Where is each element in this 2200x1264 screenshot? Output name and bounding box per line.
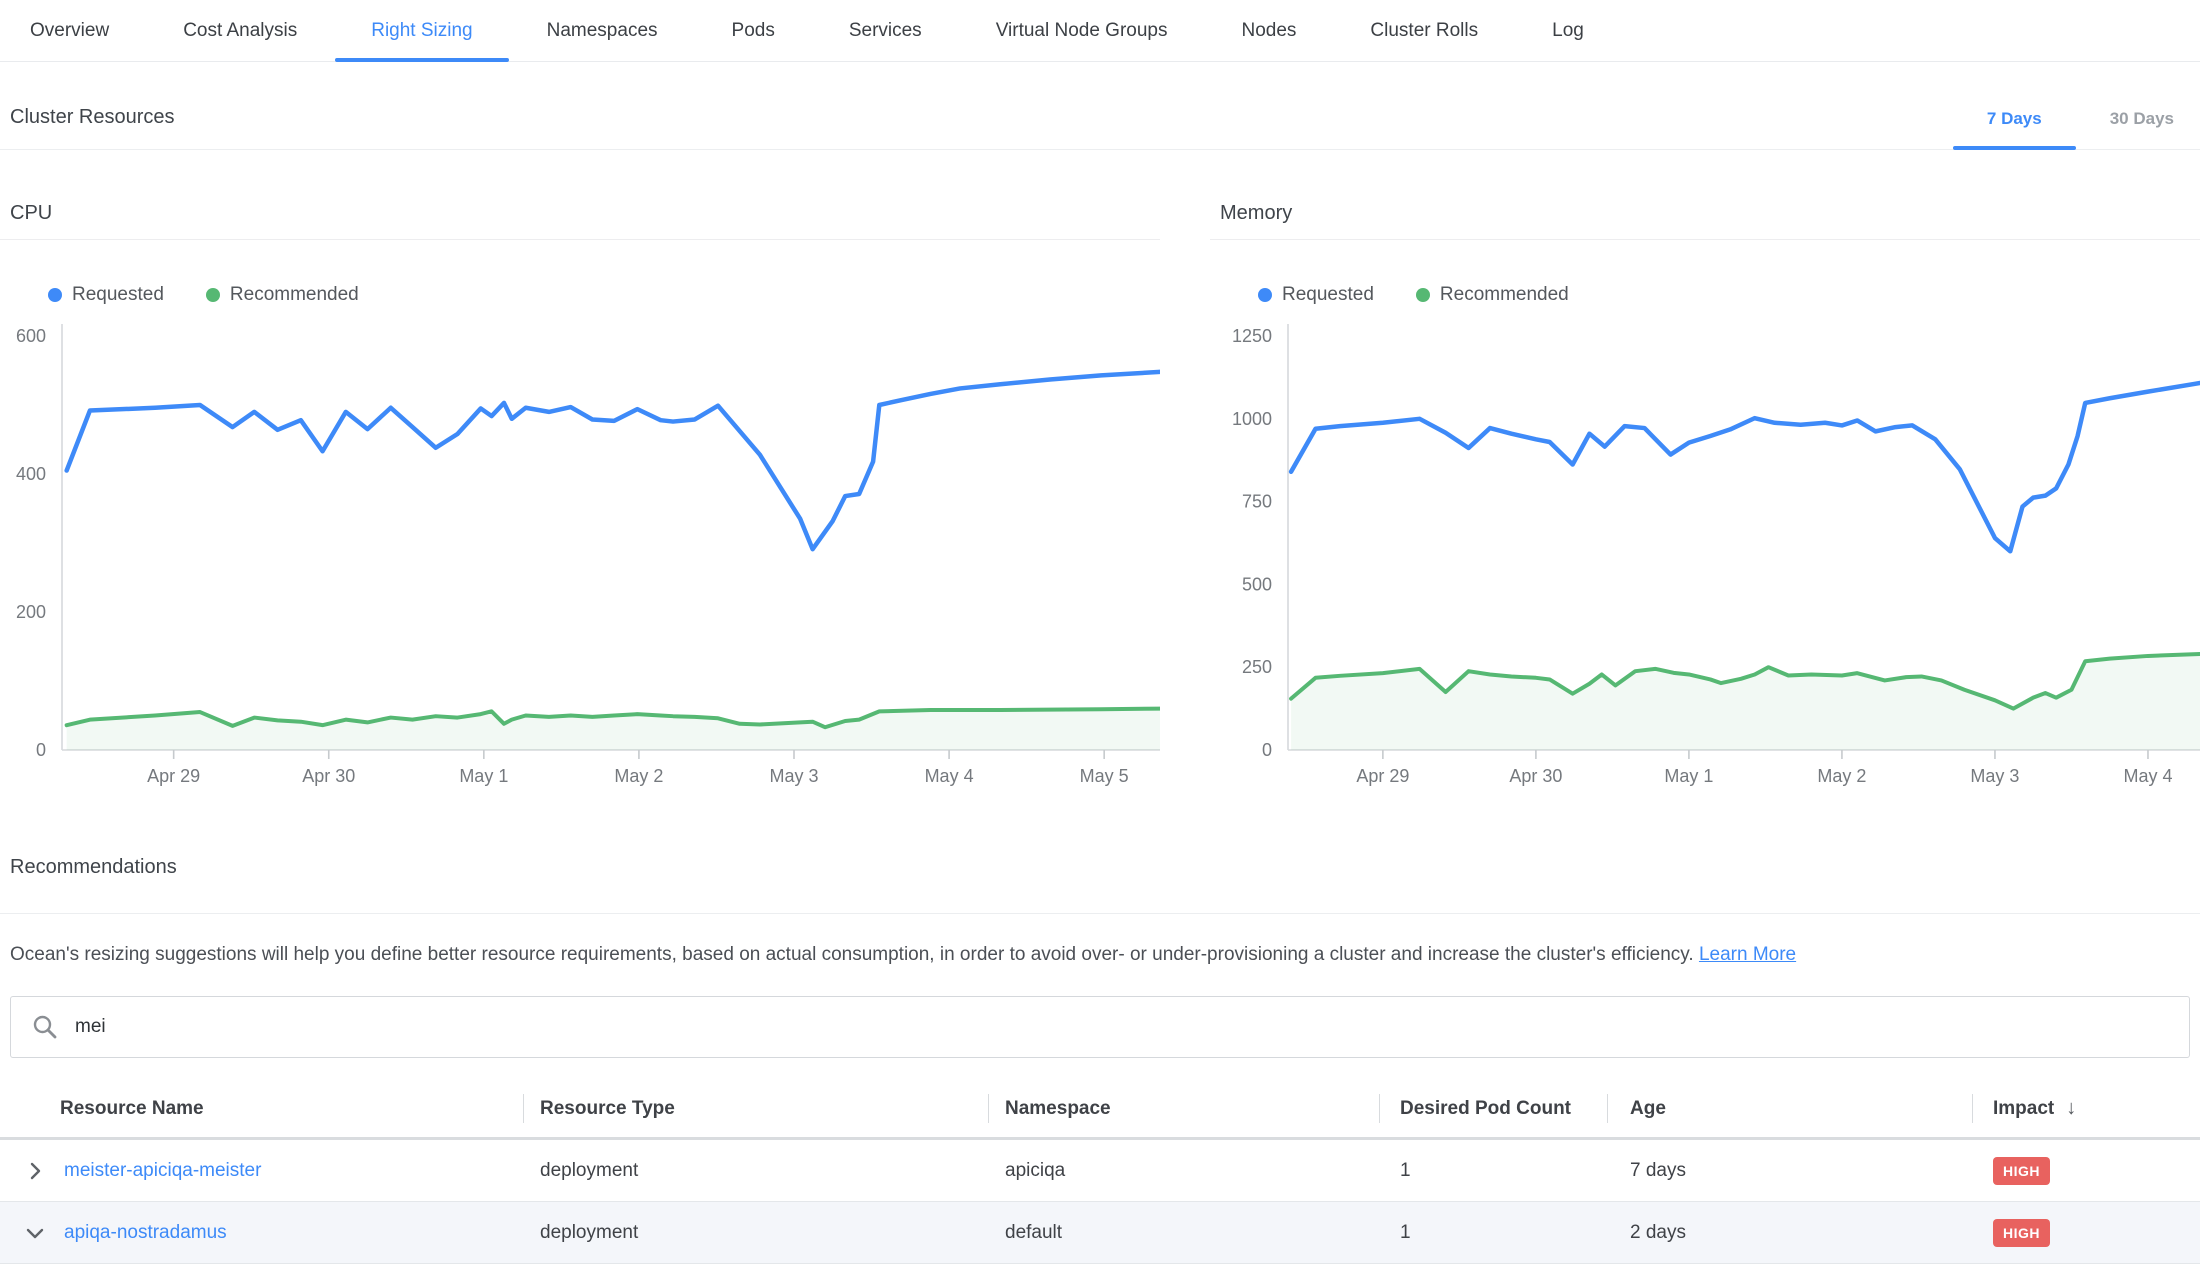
impact-high-badge: HIGH xyxy=(1993,1219,2050,1247)
recommendations-header: Recommendations xyxy=(0,856,2200,914)
svg-text:Apr 30: Apr 30 xyxy=(302,766,355,786)
tab-log[interactable]: Log xyxy=(1552,0,1584,61)
svg-text:Apr 29: Apr 29 xyxy=(1356,766,1409,786)
svg-text:May 2: May 2 xyxy=(614,766,663,786)
cpu-line-chart: 600 400 200 0 Apr 29 Apr 30 May 1 May 2 May 3 May… xyxy=(0,316,1160,786)
cluster-resources-header: Cluster Resources 7 Days 30 Days xyxy=(0,62,2200,150)
requested-legend-dot-icon xyxy=(1258,288,1272,302)
legend-label: Requested xyxy=(72,284,164,306)
column-header-impact[interactable]: Impact ↓ xyxy=(1972,1080,2200,1137)
recommendations-title: Recommendations xyxy=(0,856,2200,913)
svg-text:May 3: May 3 xyxy=(769,766,818,786)
memory-chart-panel: Memory Requested Recommended 1250 1000 750… xyxy=(1210,202,2200,786)
svg-text:May 4: May 4 xyxy=(2123,766,2172,786)
column-header-resource-type[interactable]: Resource Type xyxy=(523,1080,988,1137)
chevron-down-icon[interactable] xyxy=(22,1220,48,1246)
legend-label: Recommended xyxy=(1440,284,1569,306)
resource-name-link[interactable]: apiqa-nostradamus xyxy=(64,1222,227,1244)
svg-text:May 1: May 1 xyxy=(459,766,508,786)
recommended-legend-dot-icon xyxy=(1416,288,1430,302)
impact-high-badge: HIGH xyxy=(1993,1157,2050,1185)
resource-name-link[interactable]: meister-apiciqa-meister xyxy=(64,1160,261,1182)
resource-type-cell: deployment xyxy=(523,1202,988,1263)
memory-chart-legend: Requested Recommended xyxy=(1258,284,2200,306)
table-header-row: Resource Name Resource Type Namespace De… xyxy=(0,1080,2200,1140)
cluster-resources-title: Cluster Resources xyxy=(0,106,175,149)
column-header-desired-pod-count[interactable]: Desired Pod Count xyxy=(1379,1080,1607,1137)
search-icon xyxy=(31,1013,59,1041)
legend-item-requested: Requested xyxy=(48,284,164,306)
tab-cluster-rolls[interactable]: Cluster Rolls xyxy=(1370,0,1478,61)
resource-type-cell: deployment xyxy=(523,1140,988,1201)
namespace-cell: default xyxy=(988,1202,1379,1263)
recommendations-description: Ocean's resizing suggestions will help y… xyxy=(10,944,2190,966)
column-header-age[interactable]: Age xyxy=(1607,1080,1972,1137)
svg-text:May 2: May 2 xyxy=(1817,766,1866,786)
svg-text:1000: 1000 xyxy=(1232,409,1272,429)
svg-text:200: 200 xyxy=(16,602,46,622)
memory-line-chart: 1250 1000 750 500 250 0 Apr 29 Apr 30 May 1 May 2… xyxy=(1210,316,2200,786)
tab-virtual-node-groups[interactable]: Virtual Node Groups xyxy=(996,0,1168,61)
legend-label: Requested xyxy=(1282,284,1374,306)
time-range-tabs: 7 Days 30 Days xyxy=(1953,109,2200,149)
recommended-legend-dot-icon xyxy=(206,288,220,302)
cpu-chart-title: CPU xyxy=(0,202,1160,240)
svg-text:750: 750 xyxy=(1242,492,1272,512)
sort-descending-icon[interactable]: ↓ xyxy=(2066,1097,2076,1120)
tab-overview[interactable]: Overview xyxy=(30,0,109,61)
recommendations-table: Resource Name Resource Type Namespace De… xyxy=(0,1080,2200,1264)
svg-text:May 5: May 5 xyxy=(1080,766,1129,786)
age-cell: 2 days xyxy=(1607,1202,1972,1263)
column-header-namespace[interactable]: Namespace xyxy=(988,1080,1379,1137)
svg-text:May 1: May 1 xyxy=(1664,766,1713,786)
table-row[interactable]: apiqa-nostradamus deployment default 1 2… xyxy=(0,1202,2200,1264)
learn-more-link[interactable]: Learn More xyxy=(1699,944,1796,965)
range-tab-30-days[interactable]: 30 Days xyxy=(2076,109,2200,149)
tab-namespaces[interactable]: Namespaces xyxy=(547,0,658,61)
charts-row: CPU Requested Recommended 600 400 200 0 Apr … xyxy=(0,150,2200,786)
legend-item-recommended: Recommended xyxy=(206,284,359,306)
chevron-right-icon[interactable] xyxy=(22,1158,48,1184)
requested-legend-dot-icon xyxy=(48,288,62,302)
range-tab-7-days[interactable]: 7 Days xyxy=(1953,109,2076,149)
namespace-cell: apiciqa xyxy=(988,1140,1379,1201)
svg-text:May 3: May 3 xyxy=(1970,766,2019,786)
tab-pods[interactable]: Pods xyxy=(732,0,775,61)
svg-text:May 4: May 4 xyxy=(925,766,974,786)
tab-right-sizing[interactable]: Right Sizing xyxy=(371,0,472,61)
desired-pod-count-cell: 1 xyxy=(1379,1202,1607,1263)
column-header-resource-name[interactable]: Resource Name xyxy=(0,1080,523,1137)
cpu-chart-legend: Requested Recommended xyxy=(48,284,1160,306)
svg-text:0: 0 xyxy=(36,740,46,760)
desired-pod-count-cell: 1 xyxy=(1379,1140,1607,1201)
svg-text:600: 600 xyxy=(16,326,46,346)
svg-text:Apr 29: Apr 29 xyxy=(147,766,200,786)
svg-text:1250: 1250 xyxy=(1232,326,1272,346)
tab-cost-analysis[interactable]: Cost Analysis xyxy=(183,0,297,61)
tab-nodes[interactable]: Nodes xyxy=(1242,0,1297,61)
legend-label: Recommended xyxy=(230,284,359,306)
svg-text:250: 250 xyxy=(1242,657,1272,677)
recommendations-description-text: Ocean's resizing suggestions will help y… xyxy=(10,944,1694,965)
age-cell: 7 days xyxy=(1607,1140,1972,1201)
top-tab-bar: Overview Cost Analysis Right Sizing Name… xyxy=(0,0,2200,62)
svg-text:Apr 30: Apr 30 xyxy=(1509,766,1562,786)
resource-search-box[interactable] xyxy=(10,996,2190,1058)
legend-item-recommended: Recommended xyxy=(1416,284,1569,306)
impact-header-label: Impact xyxy=(1993,1098,2054,1120)
cpu-chart-panel: CPU Requested Recommended 600 400 200 0 Apr … xyxy=(0,202,1160,786)
svg-text:500: 500 xyxy=(1242,574,1272,594)
memory-chart-title: Memory xyxy=(1210,202,2200,240)
svg-text:0: 0 xyxy=(1262,740,1272,760)
table-row[interactable]: meister-apiciqa-meister deployment apici… xyxy=(0,1140,2200,1202)
legend-item-requested: Requested xyxy=(1258,284,1374,306)
search-input[interactable] xyxy=(75,1016,2169,1038)
tab-services[interactable]: Services xyxy=(849,0,922,61)
svg-text:400: 400 xyxy=(16,464,46,484)
